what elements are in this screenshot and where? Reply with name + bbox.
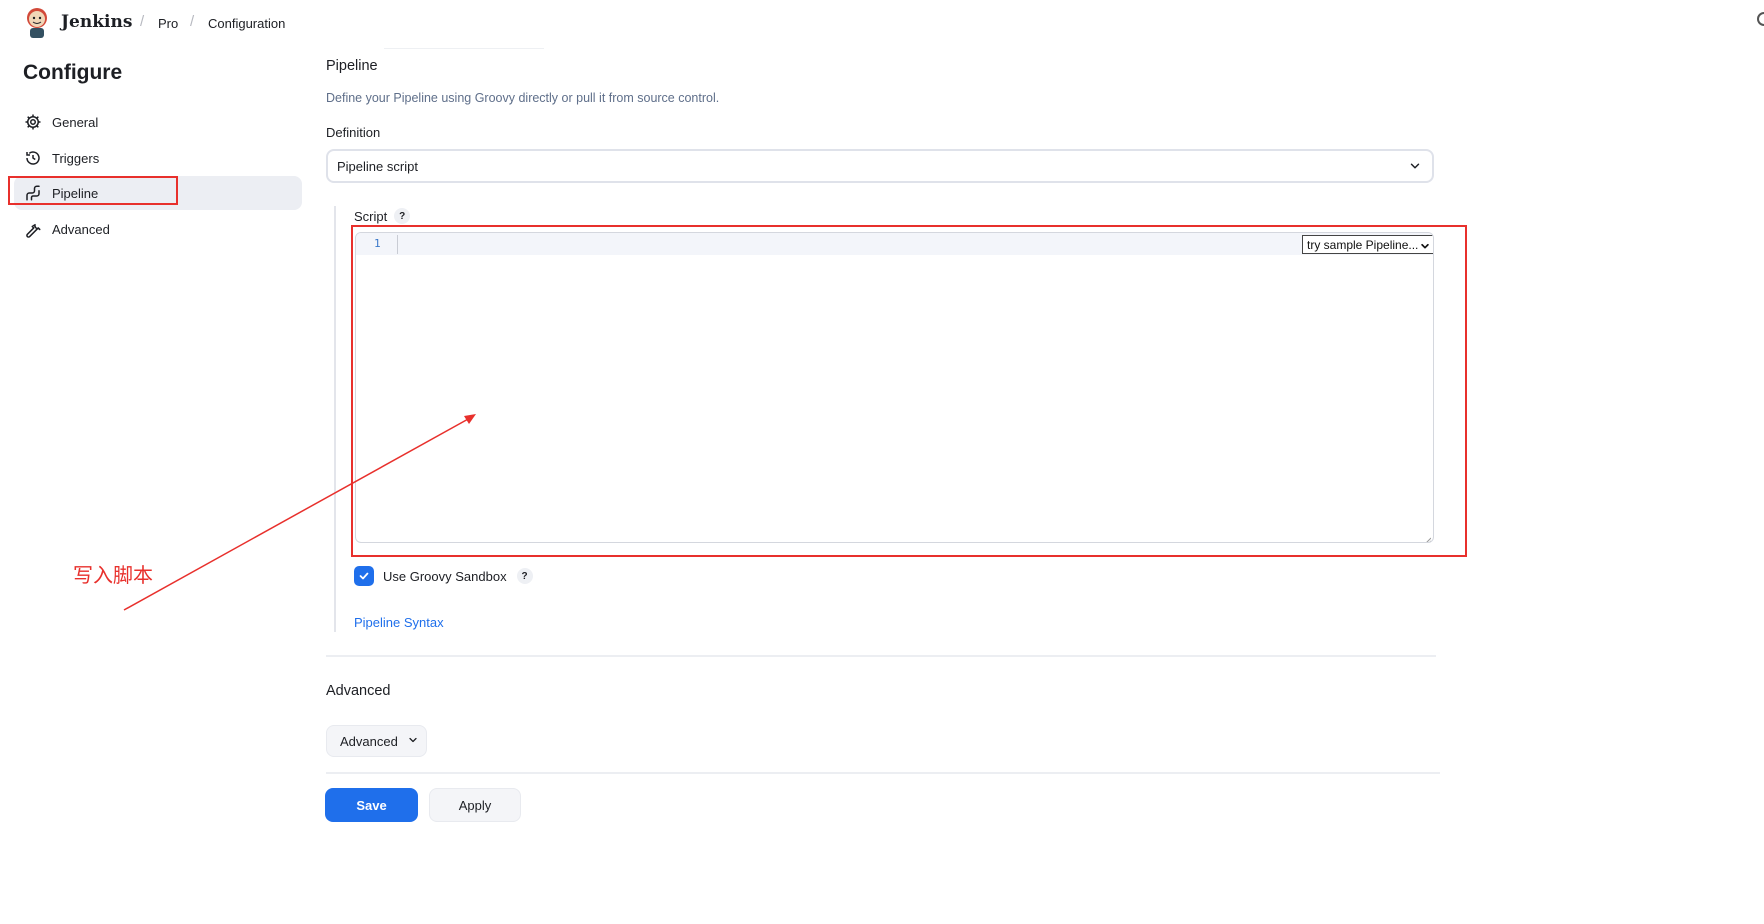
breadcrumb-configuration[interactable]: Configuration xyxy=(208,16,285,31)
section-title-advanced: Advanced xyxy=(326,683,391,699)
jenkins-logo-icon[interactable] xyxy=(24,6,50,40)
apply-button[interactable]: Apply xyxy=(429,788,521,822)
divider xyxy=(384,48,544,49)
breadcrumb-separator: / xyxy=(190,13,195,30)
wrench-icon xyxy=(23,219,43,239)
annotation-box-script xyxy=(351,225,1467,557)
brand-name[interactable]: Jenkins xyxy=(61,12,132,32)
section-description: Define your Pipeline using Groovy direct… xyxy=(326,91,720,105)
chevron-down-icon xyxy=(407,734,419,749)
advanced-expand-button[interactable]: Advanced xyxy=(326,725,427,757)
sidebar-item-triggers[interactable]: Triggers xyxy=(14,141,302,175)
save-button[interactable]: Save xyxy=(325,788,418,822)
checkmark-icon xyxy=(359,572,369,580)
section-indent-line xyxy=(334,206,336,632)
script-label-text: Script xyxy=(354,208,388,224)
breadcrumb-pro[interactable]: Pro xyxy=(158,16,178,31)
sidebar-item-label: General xyxy=(52,114,99,130)
definition-label: Definition xyxy=(326,125,381,140)
groovy-sandbox-checkbox[interactable] xyxy=(354,566,374,586)
sidebar-item-advanced[interactable]: Advanced xyxy=(14,212,302,246)
groovy-sandbox-label: Use Groovy Sandbox ? xyxy=(383,568,533,584)
sidebar-item-label: Triggers xyxy=(52,150,100,166)
breadcrumb-separator: / xyxy=(140,13,145,30)
top-bar: Jenkins / Pro / Configuration xyxy=(0,0,1764,46)
page-title: Configure xyxy=(23,61,123,84)
advanced-button-label: Advanced xyxy=(340,733,398,749)
sandbox-help-button[interactable]: ? xyxy=(516,568,533,584)
pipeline-syntax-link[interactable]: Pipeline Syntax xyxy=(354,615,444,630)
sidebar-item-general[interactable]: General xyxy=(14,105,302,139)
script-label: Script ? xyxy=(354,208,411,224)
footer-divider xyxy=(326,772,1440,774)
annotation-box-pipeline xyxy=(8,176,178,205)
section-title-pipeline: Pipeline xyxy=(326,58,378,74)
script-help-button[interactable]: ? xyxy=(394,208,411,224)
groovy-sandbox-label-text: Use Groovy Sandbox xyxy=(383,568,507,584)
chevron-down-icon xyxy=(1408,159,1422,176)
sidebar-item-label: Advanced xyxy=(52,221,110,237)
clock-icon xyxy=(23,148,43,168)
definition-select-value: Pipeline script xyxy=(337,158,418,174)
section-divider xyxy=(326,655,1436,657)
search-icon[interactable] xyxy=(1757,12,1764,26)
annotation-text: 写入脚本 xyxy=(73,563,153,587)
gear-icon xyxy=(23,112,43,132)
definition-select[interactable]: Pipeline script xyxy=(326,149,1434,183)
